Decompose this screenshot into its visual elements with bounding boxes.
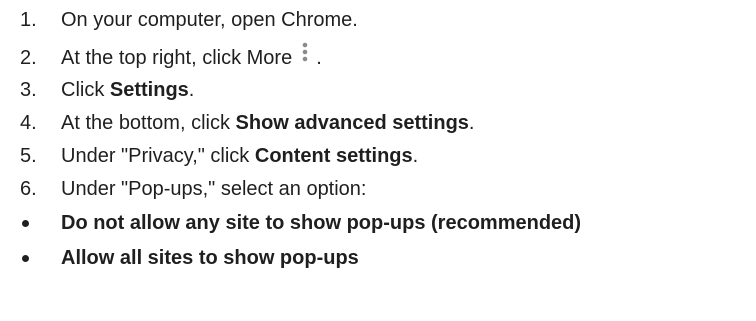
- step-number: 6.: [20, 178, 37, 200]
- step-number: 3.: [20, 79, 37, 101]
- instructions-document: 1. On your computer, open Chrome. 2. At …: [0, 0, 756, 321]
- step-text-after: .: [316, 47, 322, 69]
- step-text-before: At the bottom, click: [61, 112, 236, 134]
- step-text: At the bottom, click Show advanced setti…: [61, 110, 474, 136]
- bullet-icon: [22, 210, 42, 236]
- option-text: Do not allow any site to show pop-ups (r…: [61, 212, 582, 234]
- step-text: On your computer, open Chrome.: [61, 7, 358, 33]
- step-text-before: Click: [61, 79, 110, 101]
- step-number: 5.: [20, 145, 37, 167]
- step-text-after: .: [468, 112, 475, 134]
- step-text-bold: Content settings: [254, 145, 413, 167]
- step-text: Under "Privacy," click Content settings.: [61, 143, 418, 169]
- step-text: Click Settings.: [61, 77, 194, 103]
- bullet-icon: [22, 245, 42, 271]
- step-text-before: At the top right, click More: [61, 47, 293, 69]
- step-text-bold: Show advanced settings: [235, 112, 469, 134]
- step-number: 2.: [20, 47, 37, 69]
- step-text-before: Under "Privacy," click: [61, 145, 255, 167]
- step-text-after: .: [188, 79, 195, 101]
- more-vert-icon: [300, 42, 310, 71]
- step-text-bold: Settings: [109, 79, 189, 101]
- step-number: 1.: [20, 9, 37, 31]
- step-number: 4.: [20, 112, 37, 134]
- step-text-plain: On your computer, open Chrome.: [61, 9, 358, 31]
- option-text: Allow all sites to show pop-ups: [61, 247, 359, 269]
- step-text-after: .: [412, 145, 419, 167]
- step-text: Under "Pop-ups," select an option:: [61, 176, 367, 202]
- step-text: At the top right, click More .: [61, 42, 322, 71]
- step-text-plain: Under "Pop-ups," select an option:: [61, 178, 367, 200]
